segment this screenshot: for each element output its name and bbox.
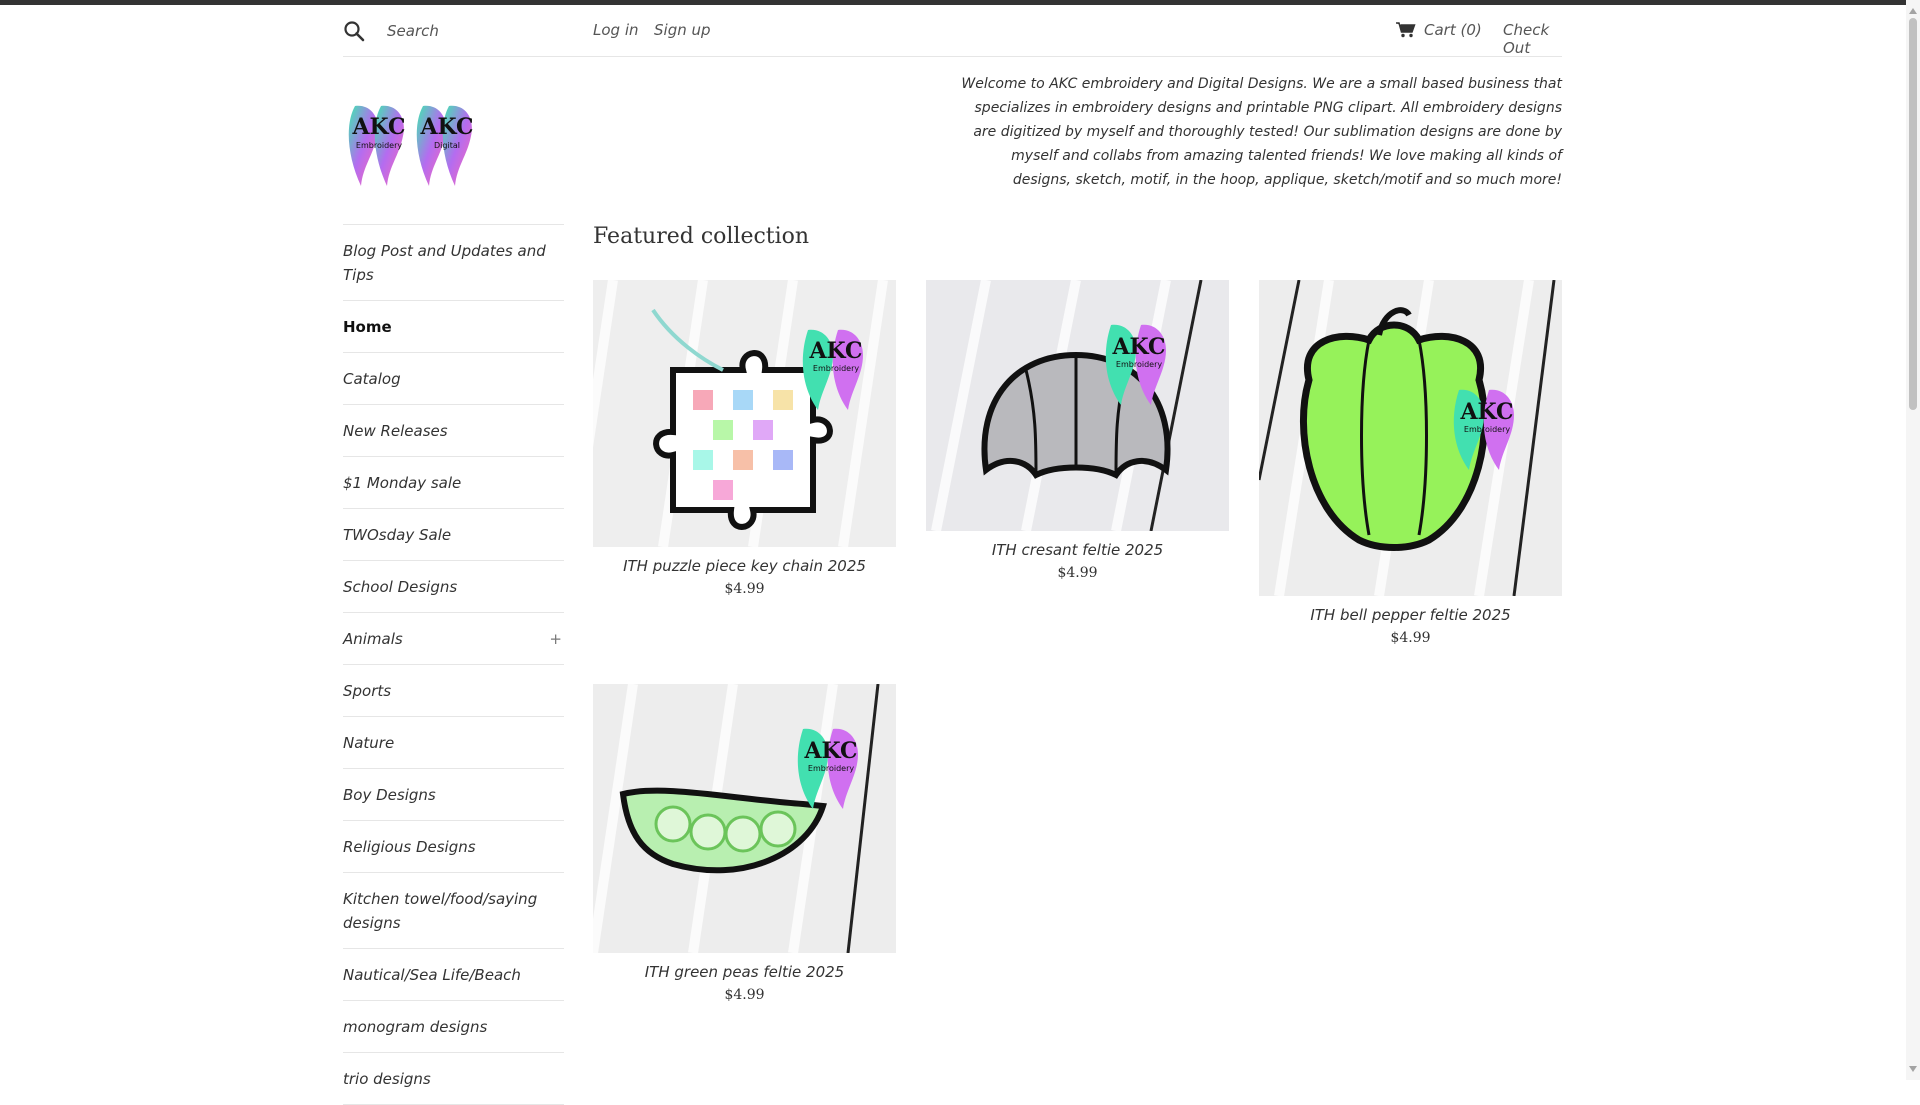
product-title: ITH green peas feltie 2025 xyxy=(644,963,845,981)
svg-text:Embroidery: Embroidery xyxy=(1116,360,1162,369)
sidebar-item-label: New Releases xyxy=(343,422,448,440)
svg-text:AKC: AKC xyxy=(1111,334,1165,360)
welcome-message: Welcome to AKC embroidery and Digital De… xyxy=(961,76,1562,188)
sidebar-item-label: Kitchen towel/food/saying designs xyxy=(343,890,538,932)
sidebar-item-twosday-sale[interactable]: TWOsday Sale xyxy=(343,509,564,561)
product-image-puzzle: AKC Embroidery xyxy=(593,280,896,547)
sidebar-item-school-designs[interactable]: School Designs xyxy=(343,561,564,613)
page-scrollbar[interactable] xyxy=(1906,0,1920,1080)
sidebar-item-label: Religious Designs xyxy=(343,838,476,856)
sidebar-item-home[interactable]: Home xyxy=(343,301,564,353)
sidebar-item-label: monogram designs xyxy=(343,1018,488,1036)
product-card[interactable]: AKC Embroidery ITH bell pepper feltie 20… xyxy=(1259,280,1562,646)
product-card[interactable]: AKC Embroidery ITH cresant feltie 2025 $… xyxy=(926,280,1229,581)
sidebar-item-catalog[interactable]: Catalog xyxy=(343,353,564,405)
featured-collection-title: Featured collection xyxy=(593,224,810,249)
checkout-link[interactable]: Check Out xyxy=(1503,21,1562,57)
sidebar-item-label: Blog Post and Updates and Tips xyxy=(343,242,546,284)
svg-text:Embroidery: Embroidery xyxy=(356,141,402,150)
sidebar-item-kitchen[interactable]: Kitchen towel/food/saying designs xyxy=(343,873,564,949)
sidebar-item-label: Catalog xyxy=(343,370,401,388)
sidebar-item-label: Nature xyxy=(343,734,395,752)
svg-text:Embroidery: Embroidery xyxy=(808,764,854,773)
sidebar-item-monday-sale[interactable]: $1 Monday sale xyxy=(343,457,564,509)
sidebar-item-nautical[interactable]: Nautical/Sea Life/Beach xyxy=(343,949,564,1001)
sidebar-item-label: Sports xyxy=(343,682,392,700)
svg-text:Embroidery: Embroidery xyxy=(813,364,859,373)
logo-image: AKC Embroidery AKC Digital xyxy=(348,105,474,186)
product-card[interactable]: AKC Embroidery ITH puzzle piece key chai… xyxy=(593,280,896,597)
product-image-croissant: AKC Embroidery xyxy=(926,280,1229,531)
product-title: ITH puzzle piece key chain 2025 xyxy=(623,557,866,575)
product-title: ITH bell pepper feltie 2025 xyxy=(1310,606,1511,624)
sidebar-item-label: Animals xyxy=(343,630,403,648)
top-border xyxy=(0,0,1920,5)
sidebar-item-label: trio designs xyxy=(343,1070,431,1088)
svg-text:Embroidery: Embroidery xyxy=(1464,425,1510,434)
product-title: ITH cresant feltie 2025 xyxy=(991,541,1164,559)
scroll-up-icon[interactable] xyxy=(1909,8,1917,14)
svg-text:AKC: AKC xyxy=(1459,399,1513,425)
login-link[interactable]: Log in xyxy=(593,21,639,39)
sidebar-item-animals[interactable]: Animals + xyxy=(343,613,564,665)
product-price: $4.99 xyxy=(1057,565,1098,581)
sidebar-nav: Blog Post and Updates and Tips Home Cata… xyxy=(343,224,564,1105)
site-header: Log in Sign up Cart (0) Check Out xyxy=(343,12,1562,57)
sidebar-item-label: School Designs xyxy=(343,578,458,596)
site-logo[interactable]: AKC Embroidery AKC Digital xyxy=(343,96,483,192)
cart-label: Cart (0) xyxy=(1424,21,1482,39)
sidebar-item-religious-designs[interactable]: Religious Designs xyxy=(343,821,564,873)
product-price: $4.99 xyxy=(724,987,765,1003)
sidebar-item-label: Nautical/Sea Life/Beach xyxy=(343,966,521,984)
cart-link[interactable]: Cart (0) xyxy=(1396,21,1482,39)
sidebar-item-label: Home xyxy=(343,318,392,336)
product-price: $4.99 xyxy=(1390,630,1431,646)
svg-text:AKC: AKC xyxy=(808,338,862,364)
scroll-thumb[interactable] xyxy=(1909,18,1917,410)
expand-icon[interactable]: + xyxy=(549,627,562,651)
svg-text:AKC: AKC xyxy=(419,114,473,140)
product-image-bell-pepper: AKC Embroidery xyxy=(1259,280,1562,596)
product-price: $4.99 xyxy=(724,581,765,597)
product-image-green-peas: AKC Embroidery xyxy=(593,684,896,953)
signup-link[interactable]: Sign up xyxy=(654,21,711,39)
search-icon[interactable] xyxy=(343,20,365,42)
sidebar-item-label: TWOsday Sale xyxy=(343,526,452,544)
sidebar-item-label: Boy Designs xyxy=(343,786,436,804)
sidebar-item-trio[interactable]: trio designs xyxy=(343,1053,564,1105)
sidebar-item-nature[interactable]: Nature xyxy=(343,717,564,769)
sidebar-item-boy-designs[interactable]: Boy Designs xyxy=(343,769,564,821)
sidebar-item-sports[interactable]: Sports xyxy=(343,665,564,717)
sidebar-item-label: $1 Monday sale xyxy=(343,474,462,492)
cart-icon xyxy=(1396,22,1416,38)
sidebar-item-monogram[interactable]: monogram designs xyxy=(343,1001,564,1053)
svg-text:AKC: AKC xyxy=(803,738,857,764)
svg-text:AKC: AKC xyxy=(351,114,405,140)
sidebar-item-new-releases[interactable]: New Releases xyxy=(343,405,564,457)
scroll-down-icon[interactable] xyxy=(1909,1066,1917,1072)
search-input[interactable] xyxy=(387,18,567,44)
sidebar-item-blog[interactable]: Blog Post and Updates and Tips xyxy=(343,225,564,301)
svg-text:Digital: Digital xyxy=(434,141,460,150)
product-card[interactable]: AKC Embroidery ITH green peas feltie 202… xyxy=(593,684,896,1003)
